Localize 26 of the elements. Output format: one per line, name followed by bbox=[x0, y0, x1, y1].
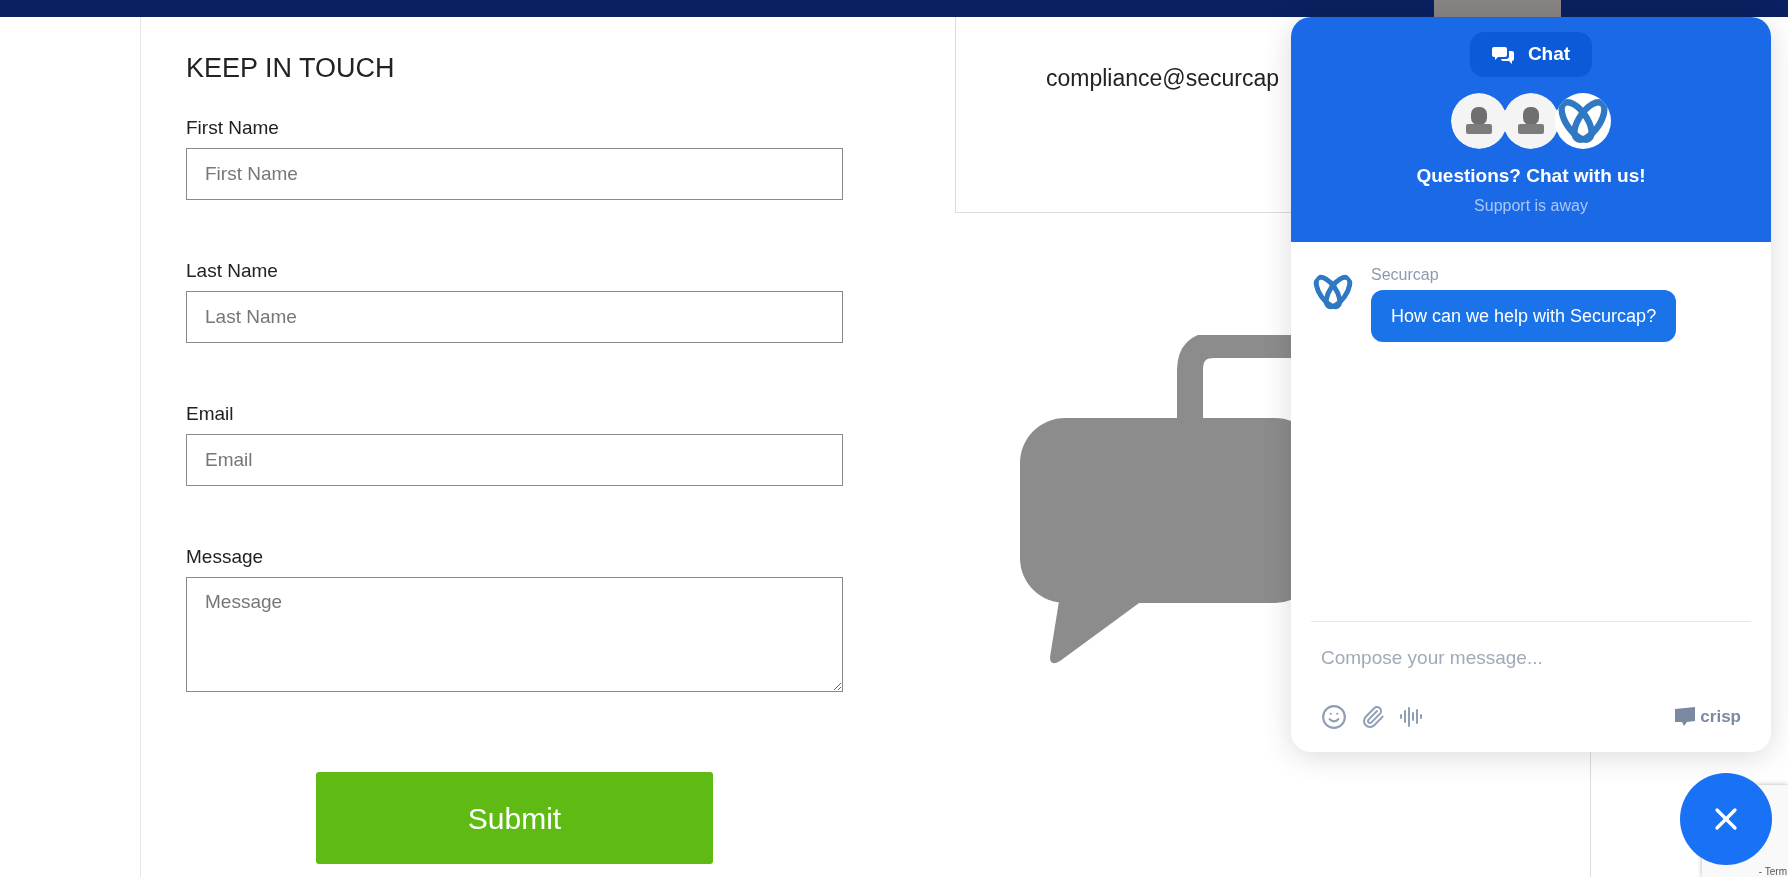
attachment-icon[interactable] bbox=[1361, 705, 1385, 729]
chat-icon bbox=[1491, 44, 1514, 65]
brand-text: crisp bbox=[1700, 706, 1741, 729]
support-status: Support is away bbox=[1474, 196, 1588, 216]
compose-field[interactable]: Compose your message... bbox=[1291, 622, 1771, 694]
crisp-logo-icon bbox=[1674, 707, 1697, 727]
text-field[interactable]: First Name bbox=[186, 148, 843, 200]
chat-headline: Questions? Chat with us! bbox=[1416, 164, 1646, 188]
sender-name: Securcap bbox=[1371, 265, 1440, 285]
field-label: Last Name bbox=[186, 259, 279, 283]
field-label: First Name bbox=[186, 116, 280, 140]
avatar-icon bbox=[1503, 93, 1559, 149]
text-field[interactable]: Last Name bbox=[186, 291, 843, 343]
field-label: Email bbox=[186, 402, 235, 426]
emoji-icon[interactable] bbox=[1321, 704, 1347, 730]
recaptcha-terms[interactable]: - Term bbox=[1758, 867, 1787, 877]
message-bubble: How can we help with Securcap? bbox=[1371, 290, 1677, 342]
form-title: KEEP IN TOUCH bbox=[186, 52, 396, 84]
avatar-icon bbox=[1451, 93, 1507, 149]
audio-icon[interactable] bbox=[1399, 705, 1423, 729]
chat-tab[interactable]: Chat bbox=[1469, 32, 1593, 77]
text-field[interactable]: Email bbox=[186, 434, 843, 486]
field-label: Message bbox=[186, 545, 265, 569]
email-text: compliance@securcap bbox=[1046, 65, 1279, 91]
brand-avatar-icon bbox=[1555, 93, 1611, 149]
message-field[interactable]: Message bbox=[186, 577, 843, 692]
